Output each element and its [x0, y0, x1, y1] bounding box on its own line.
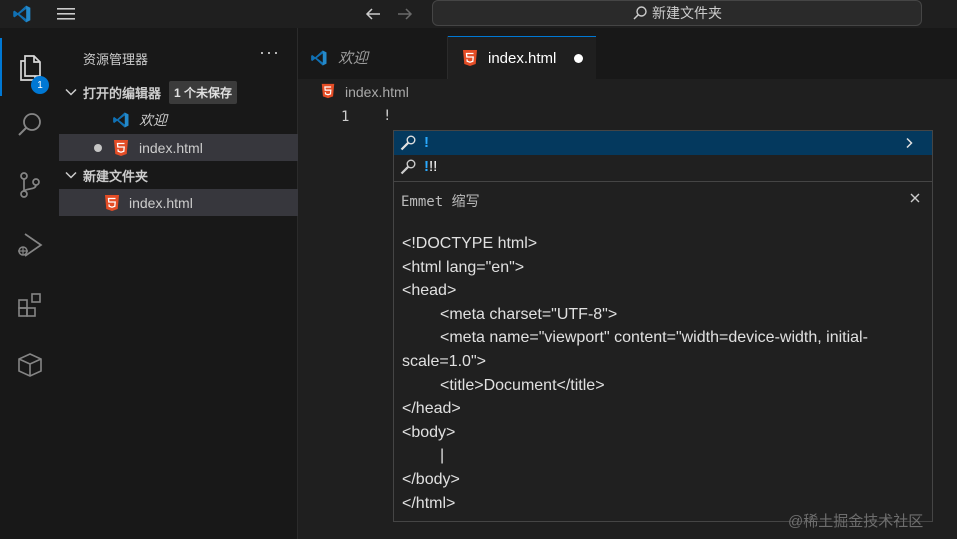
vscode-logo-icon: [13, 5, 31, 23]
chevron-down-icon: [65, 171, 77, 179]
menu-icon[interactable]: [57, 7, 75, 21]
explorer-button[interactable]: 1: [0, 38, 59, 96]
html5-icon: [105, 194, 119, 211]
run-debug-icon: [17, 233, 43, 257]
explorer-sidebar: 资源管理器 ··· 打开的编辑器 1 个未保存 欢迎 index.html 新建…: [59, 28, 298, 539]
close-icon[interactable]: [908, 191, 922, 205]
details-line: scale=1.0">: [402, 352, 486, 370]
forward-arrow-icon[interactable]: [396, 5, 414, 23]
suggest-widget: ! !!!: [393, 130, 933, 182]
command-center-search[interactable]: 新建文件夹: [432, 0, 922, 26]
breadcrumb-file[interactable]: index.html: [345, 84, 409, 100]
vscode-logo-icon: [311, 50, 327, 65]
remote-explorer-button[interactable]: [0, 336, 59, 394]
search-view-button[interactable]: [0, 96, 59, 154]
details-line: <meta charset="UTF-8">: [440, 305, 618, 323]
details-body: <!DOCTYPE html> <html lang="en"> <head> …: [402, 232, 926, 515]
search-label: 新建文件夹: [652, 5, 722, 21]
extensions-icon: [17, 293, 41, 317]
suggestion-match: !: [424, 134, 429, 151]
file-label: index.html: [129, 194, 193, 211]
suggestion-item[interactable]: !!!: [394, 155, 932, 179]
details-line: <body>: [402, 423, 456, 441]
run-debug-button[interactable]: [0, 216, 59, 274]
details-line: <html lang="en">: [402, 258, 525, 276]
search-icon: [633, 6, 647, 20]
unsaved-dot[interactable]: [574, 54, 583, 63]
unsaved-dot[interactable]: [94, 143, 102, 152]
tab-welcome[interactable]: 欢迎: [298, 36, 448, 79]
open-editor-item-welcome[interactable]: 欢迎: [59, 106, 298, 133]
details-title: Emmet 缩写: [401, 194, 480, 210]
wrench-icon: [400, 135, 416, 151]
editor-tabs: 欢迎 index.html: [298, 28, 957, 79]
details-line: <head>: [402, 282, 457, 300]
html5-icon: [114, 139, 128, 156]
folder-section[interactable]: 新建文件夹: [59, 162, 298, 188]
explorer-badge: 1: [31, 76, 49, 94]
html5-icon: [321, 83, 335, 99]
chevron-right-icon[interactable]: [902, 136, 916, 150]
source-control-button[interactable]: [0, 156, 59, 214]
open-editor-item-index[interactable]: index.html: [59, 134, 298, 161]
box-icon: [17, 353, 42, 377]
code-line[interactable]: !: [383, 108, 391, 124]
line-number: 1: [341, 109, 350, 125]
source-control-icon: [19, 172, 40, 198]
title-bar: 新建文件夹: [0, 0, 957, 28]
suggest-details: Emmet 缩写 <!DOCTYPE html> <html lang="en"…: [393, 181, 933, 522]
tab-index-html[interactable]: index.html: [448, 36, 596, 79]
details-line: <meta name="viewport" content="width=dev…: [440, 329, 868, 347]
wrench-icon: [400, 159, 416, 175]
details-line: |: [440, 447, 445, 465]
html5-icon: [463, 50, 477, 66]
chevron-down-icon: [65, 88, 77, 96]
open-editors-section[interactable]: 打开的编辑器 1 个未保存: [59, 79, 298, 105]
breadcrumb[interactable]: index.html: [298, 79, 957, 105]
suggestion-item[interactable]: !: [394, 131, 932, 155]
watermark: @稀土掘金技术社区: [788, 513, 924, 530]
open-editor-label: index.html: [139, 139, 203, 156]
open-editors-label: 打开的编辑器: [83, 85, 162, 101]
back-arrow-icon[interactable]: [364, 5, 382, 23]
open-editor-label: 欢迎: [139, 111, 167, 128]
folder-label: 新建文件夹: [83, 168, 149, 184]
details-line: </head>: [402, 400, 461, 418]
sidebar-title: 资源管理器: [83, 52, 149, 67]
details-line: <title>Document</title>: [440, 376, 605, 394]
more-actions-icon[interactable]: ···: [259, 42, 280, 63]
tab-label: 欢迎: [338, 50, 369, 67]
file-item-index[interactable]: index.html: [59, 189, 298, 216]
extensions-button[interactable]: [0, 276, 59, 334]
details-line: <!DOCTYPE html>: [402, 235, 538, 252]
tab-label: index.html: [488, 49, 557, 67]
details-line: </body>: [402, 470, 460, 488]
unsaved-badge: 1 个未保存: [169, 80, 238, 104]
search-icon: [17, 113, 41, 136]
vscode-logo-icon: [113, 112, 129, 127]
activity-bar: 1: [0, 28, 59, 539]
suggestion-rest: !!: [429, 158, 438, 175]
